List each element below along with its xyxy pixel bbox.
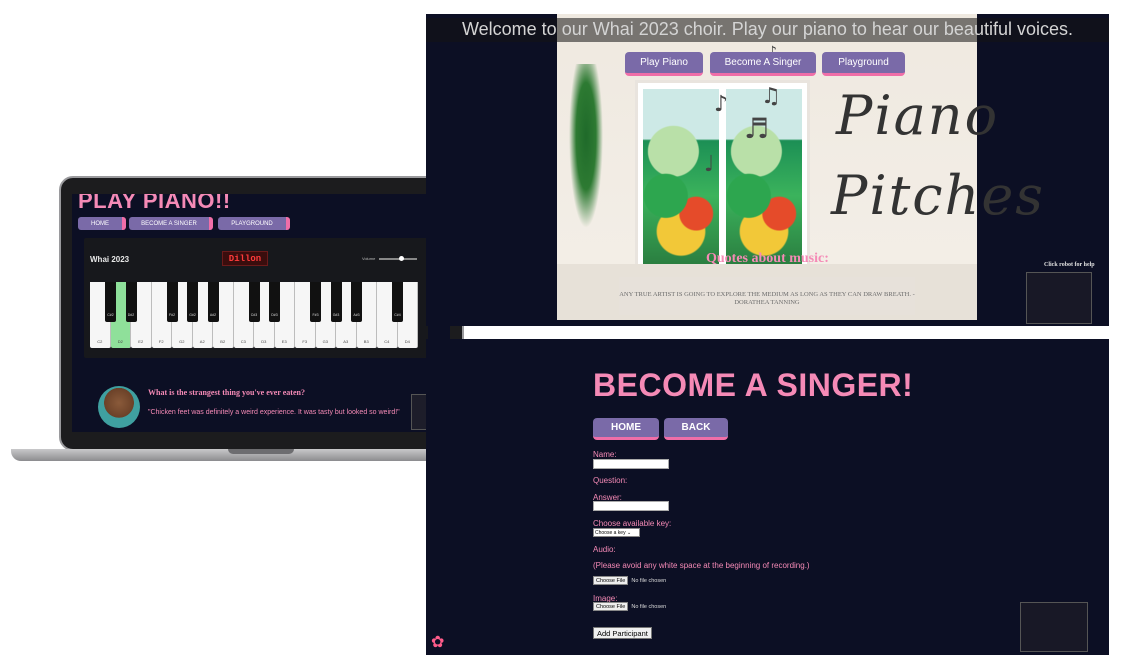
music-note-icon: ♩ — [704, 152, 715, 177]
nav-home-button[interactable]: HOME — [78, 217, 126, 230]
play-piano-button[interactable]: Play Piano — [625, 52, 703, 76]
piano-key-label: C#2 — [107, 313, 114, 317]
question-label: Question: — [593, 476, 628, 485]
piano-key-label: F2 — [158, 339, 164, 344]
piano-key-label: C3 — [240, 339, 246, 344]
music-note-icon: ♬ — [744, 112, 770, 145]
back-button[interactable]: BACK — [664, 418, 728, 440]
audio-label: Audio: — [593, 545, 616, 554]
piano-black-key[interactable]: F#2 — [166, 282, 178, 322]
nav-become-singer-button[interactable]: BECOME A SINGER — [129, 217, 213, 230]
piano-key-label: B3 — [363, 339, 369, 344]
name-label: Name: — [593, 450, 617, 459]
piano-black-key[interactable]: G#3 — [330, 282, 342, 322]
piano-key-label: F#2 — [168, 313, 176, 317]
become-singer-screen: BECOME A SINGER! HOME BACK Name: Questio… — [426, 339, 1109, 655]
robot-help-label: Click robot for help — [1044, 262, 1095, 268]
piano-key-label: B2 — [220, 339, 226, 344]
piano-key-label: A2 — [199, 339, 205, 344]
piano-black-key[interactable]: A#3 — [351, 282, 362, 322]
piano-key-label: D2 — [117, 339, 123, 344]
piano-key-label: A#3 — [353, 313, 360, 317]
piano-key-label: D3 — [261, 339, 267, 344]
participant-question: What is the strangest thing you've ever … — [148, 388, 305, 397]
piano-black-key[interactable]: A#2 — [207, 282, 219, 322]
nav-playground-button[interactable]: PLAYGROUND — [218, 217, 290, 230]
image-choose-file-button[interactable]: Choose File — [593, 602, 629, 611]
key-select[interactable]: Choose a key ⌄ — [593, 528, 640, 537]
piano-key-label: G3 — [322, 339, 328, 344]
page-title: BECOME A SINGER! — [593, 367, 914, 403]
piano-black-key[interactable]: G#2 — [187, 282, 198, 322]
piano-key-label: A#2 — [209, 313, 217, 317]
piano-key-label: C2 — [97, 339, 103, 344]
become-singer-button[interactable]: Become A Singer — [710, 52, 816, 76]
piano-black-key[interactable]: D#3 — [269, 282, 280, 322]
piano-key-label: G#2 — [189, 313, 196, 317]
piano-key-label: E2 — [138, 339, 144, 344]
volume-slider[interactable] — [379, 258, 417, 260]
plant-illustration — [566, 64, 606, 244]
piano-key-label: C#4 — [394, 313, 401, 317]
piano-black-key[interactable]: C#4 — [392, 282, 403, 322]
piano-key-label: F3 — [302, 339, 308, 344]
home-button[interactable]: HOME — [593, 418, 659, 440]
welcome-text: Welcome to our Whai 2023 choir. Play our… — [461, 19, 1073, 39]
robot-help-icon[interactable] — [1026, 272, 1092, 324]
handwriting-piano: Piano — [836, 84, 1000, 147]
flower-icon: ✿ — [431, 632, 445, 651]
piano-key-label: A3 — [343, 339, 349, 344]
quotes-heading: Quotes about music: — [706, 251, 829, 266]
audio-note: (Please avoid any white space at the beg… — [593, 561, 810, 570]
piano-black-key[interactable]: C#2 — [105, 282, 116, 322]
audio-file-status: No file chosen — [631, 577, 667, 584]
piano-key-label: C4 — [384, 339, 390, 344]
music-note-icon: ♫ — [761, 84, 781, 109]
piano-key-label: C#3 — [250, 313, 258, 317]
audio-choose-file-button[interactable]: Choose File — [593, 576, 629, 585]
image-file-status: No file chosen — [631, 603, 667, 610]
image-file-input[interactable]: Choose File No file chosen — [593, 602, 666, 611]
audio-file-input[interactable]: Choose File No file chosen — [593, 576, 666, 585]
laptop-notch — [228, 449, 294, 454]
quote-text: ANY TRUE ARTIST IS GOING TO EXPLORE THE … — [619, 277, 915, 315]
name-input[interactable] — [593, 459, 669, 469]
piano-key-label: G2 — [179, 339, 185, 344]
page-title: PLAY PIANO!! — [78, 194, 231, 213]
music-note-icon: ♪ — [714, 92, 729, 117]
robot-help-icon[interactable] — [1020, 602, 1088, 652]
participant-avatar — [98, 386, 140, 428]
piano-key-label: E3 — [281, 339, 287, 344]
piano-key-label: D#3 — [271, 313, 278, 317]
key-label: Choose available key: — [593, 519, 672, 528]
piano-key-label: D4 — [404, 339, 410, 344]
piano-key-label: D#2 — [127, 313, 135, 317]
handwriting-pitches: Pitches — [831, 164, 1045, 227]
piano-key-label: F#3 — [312, 313, 319, 317]
piano-black-key[interactable]: F#3 — [310, 282, 321, 322]
participant-answer: "Chicken feet was definitely a weird exp… — [148, 409, 400, 416]
home-screen: ♪ ♫ ♬ ♩ ♪ Piano Pitches Welcome to our W… — [426, 14, 1109, 326]
playground-button[interactable]: Playground — [822, 52, 905, 76]
piano-key-label: G#3 — [332, 313, 340, 317]
piano-black-key[interactable]: C#3 — [248, 282, 260, 322]
piano-brand: Whai 2023 — [90, 255, 130, 264]
volume-label: Volume — [362, 256, 376, 261]
piano-black-key[interactable]: D#2 — [125, 282, 137, 322]
answer-input[interactable] — [593, 501, 669, 511]
add-participant-button[interactable]: Add Participant — [593, 627, 652, 639]
laptop-screen: PLAY PIANO!! HOME BECOME A SINGER PLAYGR… — [72, 194, 450, 432]
singer-display: Dillon — [222, 251, 268, 266]
key-select-value: Choose a key — [595, 529, 626, 536]
